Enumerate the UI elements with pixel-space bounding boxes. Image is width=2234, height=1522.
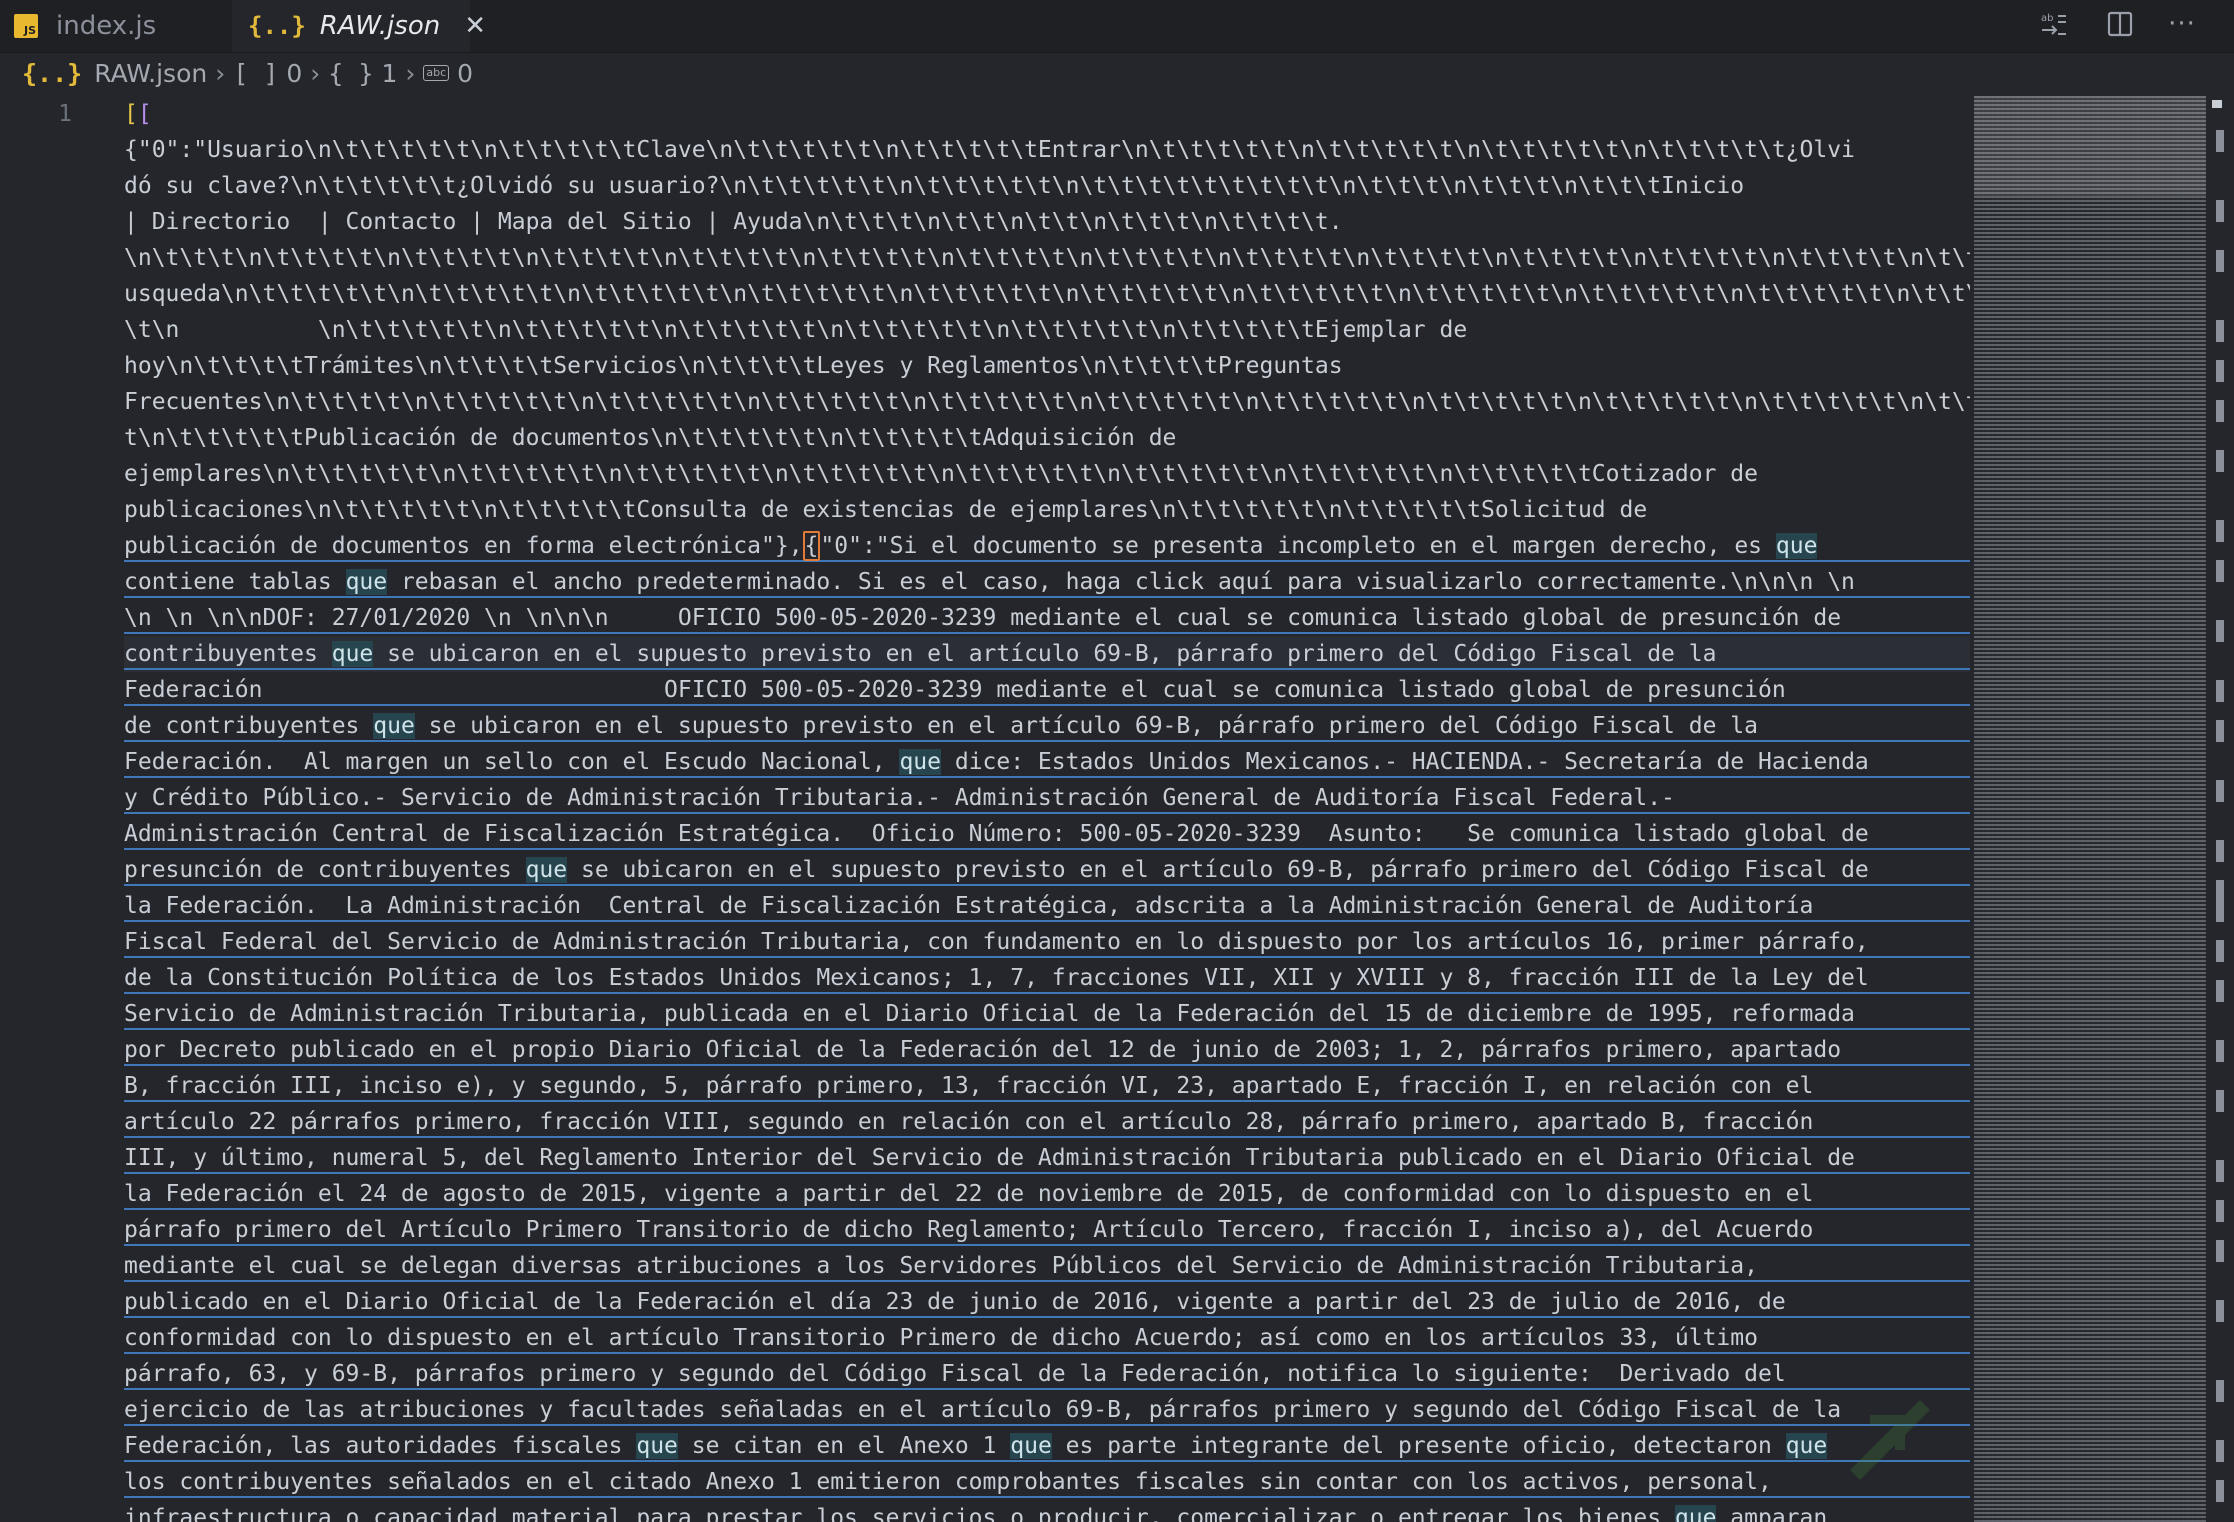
scrollbar-marker bbox=[2216, 130, 2224, 152]
scrollbar-marker bbox=[2216, 680, 2224, 702]
code-editor[interactable]: [[{"0":"Usuario\n\t\t\t\t\t\n\t\t\t\t\tC… bbox=[124, 96, 1970, 1522]
code-line[interactable]: contiene tablas que rebasan el ancho pre… bbox=[124, 564, 1970, 600]
minimap-slider[interactable] bbox=[1974, 96, 2206, 196]
code-line[interactable]: contribuyentes que se ubicaron en el sup… bbox=[124, 636, 1970, 672]
chevron-right-icon: › bbox=[215, 58, 226, 88]
scrollbar-marker bbox=[2216, 940, 2224, 962]
code-line[interactable]: ejemplares\n\t\t\t\t\t\n\t\t\t\t\t\n\t\t… bbox=[124, 456, 1970, 492]
code-line[interactable]: {"0":"Usuario\n\t\t\t\t\t\n\t\t\t\t\tCla… bbox=[124, 132, 1970, 168]
breadcrumb-array-0[interactable]: 0 bbox=[286, 59, 302, 88]
code-line[interactable]: los contribuyentes señalados en el citad… bbox=[124, 1464, 1970, 1500]
split-editor-icon[interactable] bbox=[2100, 4, 2140, 44]
code-line[interactable]: publicaciones\n\t\t\t\t\t\n\t\t\t\t\tCon… bbox=[124, 492, 1970, 528]
chevron-right-icon: › bbox=[405, 58, 416, 88]
code-line[interactable]: publicación de documentos en forma elect… bbox=[124, 528, 1970, 564]
scrollbar-marker bbox=[2216, 620, 2224, 642]
scrollbar-marker bbox=[2216, 360, 2224, 382]
scrollbar-marker bbox=[2216, 520, 2224, 542]
code-line[interactable]: usqueda\n\t\t\t\t\t\n\t\t\t\t\t\n\t\t\t\… bbox=[124, 276, 1970, 312]
code-line[interactable]: mediante el cual se delegan diversas atr… bbox=[124, 1248, 1970, 1284]
json-file-icon: {..} bbox=[22, 58, 83, 88]
scrollbar-marker bbox=[2216, 250, 2224, 272]
scrollbar-marker bbox=[2216, 900, 2224, 922]
breadcrumb-string-0[interactable]: 0 bbox=[457, 59, 473, 88]
line-number-gutter: 1 bbox=[0, 96, 100, 1522]
code-line[interactable]: Administración Central de Fiscalización … bbox=[124, 816, 1970, 852]
code-line[interactable]: Federación. Al margen un sello con el Es… bbox=[124, 744, 1970, 780]
scrollbar-thumb[interactable] bbox=[2212, 100, 2222, 108]
code-line[interactable]: dó su clave?\n\t\t\t\t\t¿Olvidó su usuar… bbox=[124, 168, 1970, 204]
code-line[interactable]: hoy\n\t\t\t\tTrámites\n\t\t\t\tServicios… bbox=[124, 348, 1970, 384]
code-line[interactable]: la Federación. La Administración Central… bbox=[124, 888, 1970, 924]
scrollbar-marker bbox=[2216, 980, 2224, 1002]
code-line[interactable]: B, fracción III, inciso e), y segundo, 5… bbox=[124, 1068, 1970, 1104]
code-line[interactable]: por Decreto publicado en el propio Diari… bbox=[124, 1032, 1970, 1068]
scrollbar-marker bbox=[2216, 1440, 2224, 1462]
watermark-icon bbox=[1850, 1400, 1930, 1480]
code-line[interactable]: \t\n \n\t\t\t\t\t\n\t\t\t\t\t\n\t\t\t\t\… bbox=[124, 312, 1970, 348]
scrollbar-marker bbox=[2216, 200, 2224, 222]
code-line[interactable]: t\n\t\t\t\t\tPublicación de documentos\n… bbox=[124, 420, 1970, 456]
code-line[interactable]: Federación, las autoridades fiscales que… bbox=[124, 1428, 1970, 1464]
tab-index-js[interactable]: JS index.js bbox=[0, 0, 230, 52]
scrollbar-marker bbox=[2216, 1380, 2224, 1402]
code-line[interactable]: presunción de contribuyentes que se ubic… bbox=[124, 852, 1970, 888]
tab-raw-json[interactable]: {..} RAW.json ✕ bbox=[232, 0, 486, 52]
tab-label: index.js bbox=[56, 11, 157, 41]
scrollbar-marker bbox=[2216, 840, 2224, 862]
code-line[interactable]: artículo 22 párrafos primero, fracción V… bbox=[124, 1104, 1970, 1140]
scrollbar-marker bbox=[2216, 780, 2224, 802]
scrollbar-marker bbox=[2216, 1200, 2224, 1222]
close-icon[interactable]: ✕ bbox=[464, 11, 486, 41]
tab-label: RAW.json bbox=[319, 11, 441, 41]
code-line[interactable]: [[ bbox=[124, 96, 1970, 132]
code-line[interactable]: párrafo primero del Artículo Primero Tra… bbox=[124, 1212, 1970, 1248]
scrollbar-marker bbox=[2216, 1300, 2224, 1322]
array-icon: [ ] bbox=[233, 58, 279, 88]
breadcrumb-object-1[interactable]: 1 bbox=[381, 59, 397, 88]
json-file-icon: {..} bbox=[248, 12, 306, 40]
scrollbar-marker bbox=[2216, 1480, 2224, 1502]
scrollbar-marker bbox=[2216, 400, 2224, 422]
string-icon: abc bbox=[423, 65, 450, 81]
code-line[interactable]: de contribuyentes que se ubicaron en el … bbox=[124, 708, 1970, 744]
code-line[interactable]: infraestructura o capacidad material par… bbox=[124, 1500, 1970, 1522]
code-line[interactable]: y Crédito Público.- Servicio de Administ… bbox=[124, 780, 1970, 816]
scrollbar-marker bbox=[2216, 1240, 2224, 1262]
scrollbar-marker bbox=[2216, 880, 2224, 902]
more-actions-icon[interactable]: ··· bbox=[2162, 4, 2202, 44]
tab-bar: JS index.js {..} RAW.json ✕ ab ··· bbox=[0, 0, 2234, 53]
code-line[interactable]: conformidad con lo dispuesto en el artíc… bbox=[124, 1320, 1970, 1356]
scrollbar-marker bbox=[2216, 1090, 2224, 1112]
scrollbar-marker bbox=[2216, 450, 2224, 472]
code-line[interactable]: publicado en el Diario Oficial de la Fed… bbox=[124, 1284, 1970, 1320]
compare-changes-icon[interactable]: ab bbox=[2034, 4, 2074, 44]
scrollbar-marker bbox=[2216, 320, 2224, 342]
scrollbar-marker bbox=[2216, 560, 2224, 582]
code-line[interactable]: Servicio de Administración Tributaria, p… bbox=[124, 996, 1970, 1032]
code-line[interactable]: párrafo, 63, y 69-B, párrafos primero y … bbox=[124, 1356, 1970, 1392]
code-line[interactable]: | Directorio | Contacto | Mapa del Sitio… bbox=[124, 204, 1970, 240]
scrollbar-marker bbox=[2216, 720, 2224, 742]
code-line[interactable]: \n \n \n\nDOF: 27/01/2020 \n \n\n\n OFIC… bbox=[124, 600, 1970, 636]
svg-text:ab: ab bbox=[2041, 13, 2053, 24]
breadcrumb: {..} RAW.json › [ ] 0 › { } 1 › abc 0 bbox=[0, 53, 2234, 93]
breadcrumb-file[interactable]: RAW.json bbox=[94, 59, 207, 88]
code-line[interactable]: Federación OFICIO 500-05-2020-3239 media… bbox=[124, 672, 1970, 708]
chevron-right-icon: › bbox=[310, 58, 321, 88]
scrollbar-marker bbox=[2216, 1040, 2224, 1062]
scrollbar-marker bbox=[2216, 1160, 2224, 1182]
line-number: 1 bbox=[58, 101, 72, 127]
code-line[interactable]: Fiscal Federal del Servicio de Administr… bbox=[124, 924, 1970, 960]
code-line[interactable]: ejercicio de las atribuciones y facultad… bbox=[124, 1392, 1970, 1428]
code-line[interactable]: \n\t\t\t\n\t\t\t\t\n\t\t\t\t\n\t\t\t\t\n… bbox=[124, 240, 1970, 276]
code-line[interactable]: Frecuentes\n\t\t\t\t\n\t\t\t\t\t\n\t\t\t… bbox=[124, 384, 1970, 420]
code-line[interactable]: la Federación el 24 de agosto de 2015, v… bbox=[124, 1176, 1970, 1212]
code-line[interactable]: III, y último, numeral 5, del Reglamento… bbox=[124, 1140, 1970, 1176]
minimap[interactable] bbox=[1974, 96, 2206, 1522]
code-line[interactable]: de la Constitución Política de los Estad… bbox=[124, 960, 1970, 996]
js-file-icon: JS bbox=[14, 14, 38, 38]
object-icon: { } bbox=[328, 58, 374, 88]
